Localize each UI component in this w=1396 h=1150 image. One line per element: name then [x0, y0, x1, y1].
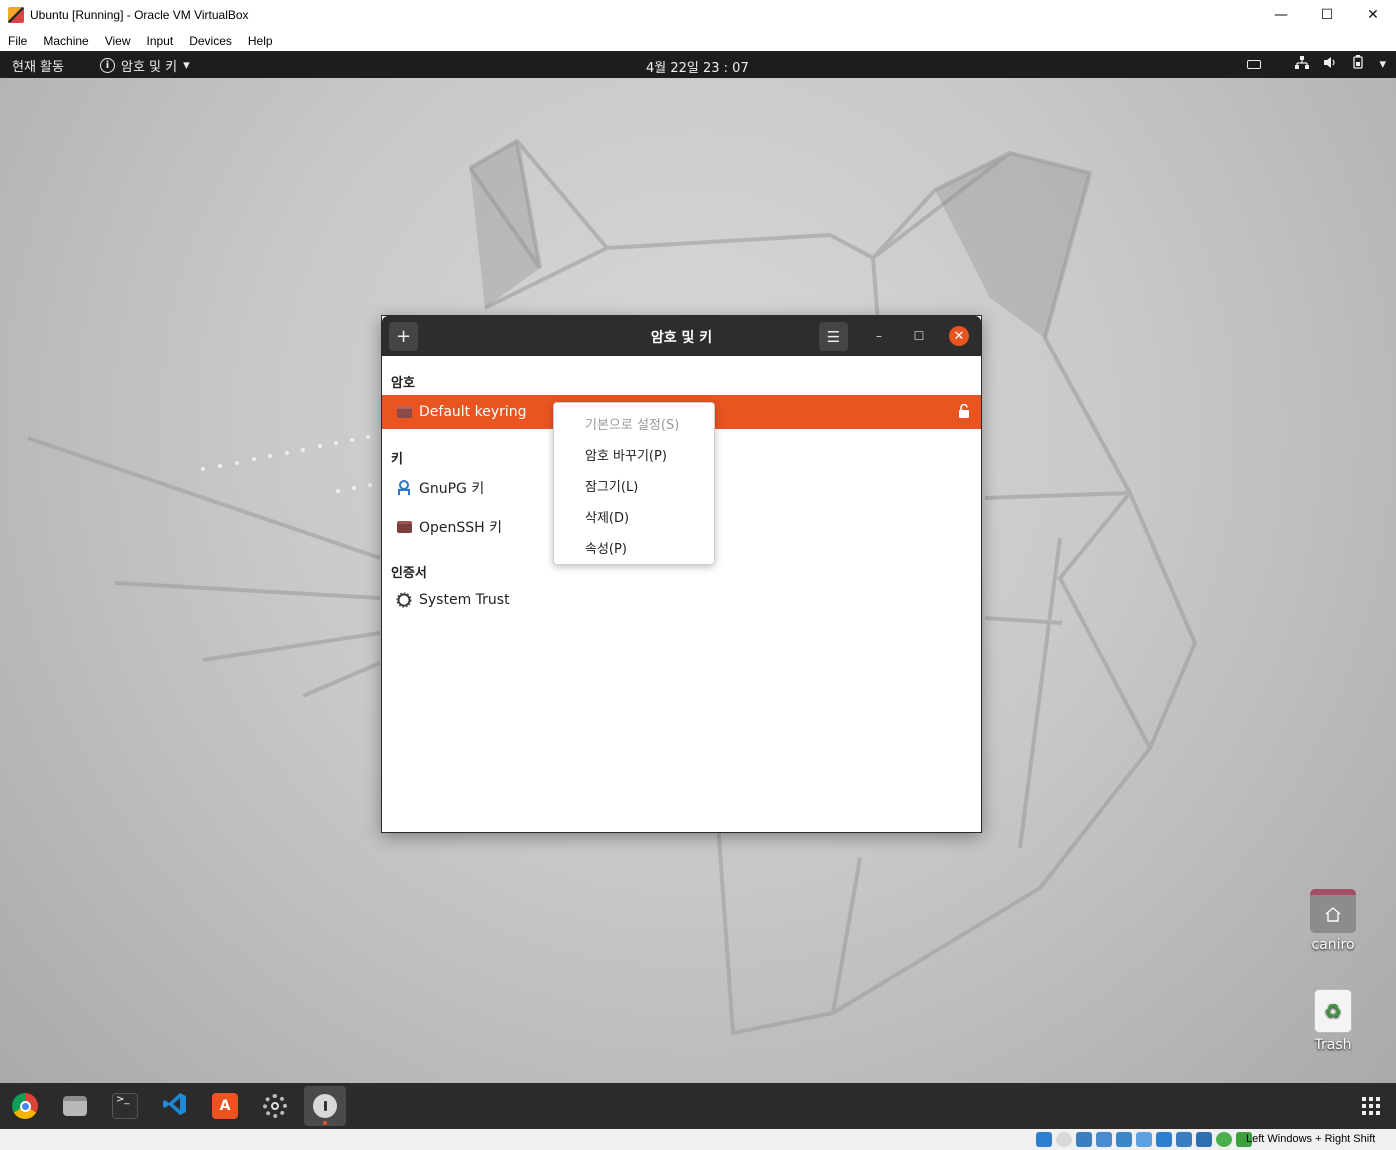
show-applications-button[interactable]: [1350, 1086, 1392, 1126]
dock-chrome[interactable]: [4, 1086, 46, 1126]
mouse-integration-icon[interactable]: [1216, 1132, 1232, 1147]
row-gnupg-label: GnuPG 키: [419, 481, 485, 497]
keyring-context-menu: 기본으로 설정(S) 암호 바꾸기(P) 잠그기(L) 삭제(D) 속성(P): [553, 402, 715, 565]
unlocked-icon: [959, 404, 969, 418]
files-icon: [63, 1096, 87, 1116]
row-openssh-label: OpenSSH 키: [419, 520, 503, 536]
usb-icon[interactable]: [1116, 1132, 1132, 1147]
host-maximize-button[interactable]: ☐: [1304, 0, 1350, 30]
host-titlebar: Ubuntu [Running] - Oracle VM VirtualBox …: [0, 0, 1396, 30]
window-maximize-button[interactable]: ☐: [909, 326, 929, 346]
row-system-trust-label: System Trust: [419, 592, 510, 608]
dock-files[interactable]: [54, 1086, 96, 1126]
apps-grid-icon: [1362, 1097, 1380, 1115]
audio-icon[interactable]: [1076, 1132, 1092, 1147]
trash-icon: ♻: [1314, 989, 1352, 1033]
guest-screen: 현재 활동 i 암호 및 키 ▾ 4월 22일 23 : 07 ▾ + 암호 및…: [0, 51, 1396, 1129]
menu-change-password[interactable]: 암호 바꾸기(P): [554, 440, 714, 468]
passwords-keys-icon: [313, 1094, 337, 1118]
window-close-button[interactable]: ✕: [949, 326, 969, 346]
dock-vscode[interactable]: [154, 1086, 196, 1126]
dock: >_ A: [0, 1083, 1396, 1129]
virtualbox-icon: [8, 7, 24, 23]
menu-lock[interactable]: 잠그기(L): [554, 471, 714, 499]
app-menu[interactable]: i 암호 및 키 ▾: [100, 56, 190, 75]
openssh-folder-icon: [396, 520, 412, 534]
host-menubar: File Machine View Input Devices Help: [0, 30, 1396, 51]
network-adapter-icon[interactable]: [1096, 1132, 1112, 1147]
desktop-home-label: caniro: [1311, 937, 1355, 953]
system-tray[interactable]: ▾: [1247, 55, 1386, 73]
vscode-icon: [162, 1091, 188, 1121]
gnome-topbar: 현재 활동 i 암호 및 키 ▾ 4월 22일 23 : 07 ▾: [0, 51, 1396, 78]
home-folder-icon: [1310, 889, 1356, 933]
host-menu-machine[interactable]: Machine: [43, 34, 88, 48]
window-minimize-button[interactable]: –: [869, 326, 889, 346]
recording-icon[interactable]: [1176, 1132, 1192, 1147]
desktop-home-folder[interactable]: caniro: [1298, 889, 1368, 953]
volume-icon[interactable]: [1323, 56, 1337, 73]
dock-terminal[interactable]: >_: [104, 1086, 146, 1126]
desktop-trash-label: Trash: [1314, 1037, 1352, 1053]
app-menu-info-icon: i: [100, 58, 115, 73]
window-headerbar: + 암호 및 키 ☰ – ☐ ✕: [382, 316, 981, 356]
app-menu-arrow-icon: ▾: [183, 58, 190, 73]
gnupg-key-icon: [396, 480, 412, 495]
host-menu-input[interactable]: Input: [147, 34, 174, 48]
menu-delete[interactable]: 삭제(D): [554, 502, 714, 530]
software-icon: A: [212, 1093, 238, 1119]
host-menu-devices[interactable]: Devices: [189, 34, 232, 48]
row-system-trust[interactable]: System Trust: [382, 583, 981, 617]
app-menu-label: 암호 및 키: [121, 60, 178, 75]
desktop-trash[interactable]: ♻ Trash: [1298, 989, 1368, 1053]
host-window-title: Ubuntu [Running] - Oracle VM VirtualBox: [30, 8, 249, 22]
settings-icon: [263, 1094, 287, 1118]
certificate-icon: [396, 592, 412, 608]
section-passwords: 암호: [391, 376, 415, 391]
row-default-keyring-label: Default keyring: [419, 404, 527, 420]
hamburger-menu-button[interactable]: ☰: [819, 322, 848, 351]
menu-set-default: 기본으로 설정(S): [585, 417, 680, 433]
display-icon[interactable]: [1156, 1132, 1172, 1147]
section-certificates: 인증서: [391, 566, 427, 581]
terminal-icon: >_: [112, 1093, 138, 1119]
host-window-controls: — ☐ ✕: [1258, 0, 1396, 30]
battery-icon[interactable]: [1351, 55, 1365, 73]
host-key-label: Left Windows + Right Shift: [1246, 1133, 1376, 1145]
section-keys: 키: [391, 452, 403, 467]
seahorse-window: + 암호 및 키 ☰ – ☐ ✕ 암호 Default keyring 키 Gn…: [381, 315, 982, 833]
optical-drive-icon[interactable]: [1056, 1132, 1072, 1147]
running-indicator: [323, 1121, 327, 1125]
host-menu-file[interactable]: File: [8, 34, 27, 48]
clock[interactable]: 4월 22일 23 : 07: [646, 57, 749, 76]
menu-properties[interactable]: 속성(P): [554, 533, 714, 561]
shared-folders-icon[interactable]: [1136, 1132, 1152, 1147]
virtualization-icon[interactable]: [1196, 1132, 1212, 1147]
activities-button[interactable]: 현재 활동: [12, 56, 64, 75]
host-statusbar: Left Windows + Right Shift: [0, 1129, 1396, 1150]
dock-settings[interactable]: [254, 1086, 296, 1126]
keyboard-icon[interactable]: [1247, 59, 1262, 69]
dock-software[interactable]: A: [204, 1086, 246, 1126]
host-menu-help[interactable]: Help: [248, 34, 273, 48]
host-minimize-button[interactable]: —: [1258, 0, 1304, 30]
chrome-icon: [12, 1093, 38, 1119]
keyring-folder-icon: [396, 405, 412, 419]
chevron-down-icon[interactable]: ▾: [1379, 57, 1386, 72]
hdd-icon[interactable]: [1036, 1132, 1052, 1147]
host-status-icons: [1036, 1132, 1252, 1147]
host-menu-view[interactable]: View: [105, 34, 131, 48]
dock-passwords-keys[interactable]: [304, 1086, 346, 1126]
host-close-button[interactable]: ✕: [1350, 0, 1396, 30]
network-icon[interactable]: [1295, 55, 1310, 73]
window-title: 암호 및 키: [650, 330, 713, 346]
